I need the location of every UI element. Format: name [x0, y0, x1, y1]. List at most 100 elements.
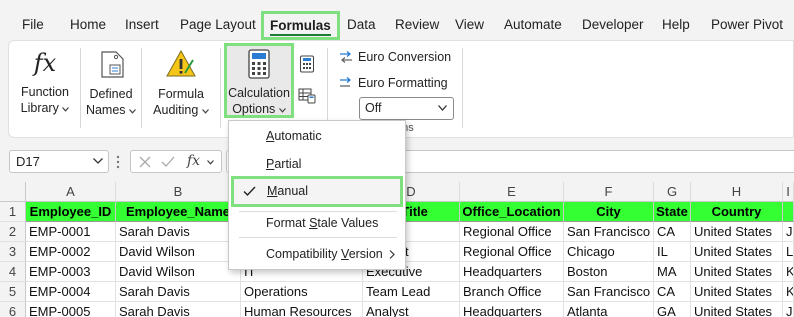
table-cell[interactable]: Sarah Davis: [116, 222, 241, 242]
row-header[interactable]: 4: [0, 262, 26, 282]
tag-icon: [101, 51, 124, 78]
table-cell[interactable]: United States: [691, 262, 783, 282]
column-header[interactable]: B: [116, 182, 241, 202]
table-cell[interactable]: CA: [654, 282, 691, 302]
table-cell[interactable]: EMP-0001: [26, 222, 116, 242]
table-cell[interactable]: Atlanta: [564, 302, 654, 317]
row-header[interactable]: 2: [0, 222, 26, 242]
chevron-down-icon[interactable]: [207, 160, 214, 165]
table-cell[interactable]: EMP-0005: [26, 302, 116, 317]
tab-power-pivot[interactable]: Power Pivot: [711, 12, 783, 38]
table-cell[interactable]: David Wilson: [116, 262, 241, 282]
insert-function-icon[interactable]: fx: [187, 153, 200, 169]
function-library-button[interactable]: fx Function Library: [14, 48, 76, 118]
header-cell[interactable]: Employee_Name: [116, 202, 241, 222]
tab-formulas[interactable]: Formulas: [261, 11, 340, 40]
table-cell[interactable]: Li: [783, 242, 794, 262]
header-cell[interactable]: City: [564, 202, 654, 222]
table-cell[interactable]: Regional Office: [460, 222, 564, 242]
name-box[interactable]: D17: [9, 150, 109, 173]
menu-separator: [239, 237, 397, 238]
table-cell[interactable]: EMP-0002: [26, 242, 116, 262]
table-cell[interactable]: Ka: [783, 282, 794, 302]
table-cell[interactable]: David Wilson: [116, 242, 241, 262]
table-cell[interactable]: CA: [654, 222, 691, 242]
tab-help[interactable]: Help: [662, 12, 690, 38]
column-header[interactable]: E: [460, 182, 564, 202]
euro-conversion-icon: [340, 51, 352, 63]
header-cell[interactable]: State: [654, 202, 691, 222]
table-cell[interactable]: IL: [654, 242, 691, 262]
row-header[interactable]: 3: [0, 242, 26, 262]
table-cell[interactable]: Boston: [564, 262, 654, 282]
table-cell[interactable]: Ja: [783, 222, 794, 242]
table-cell[interactable]: Headquarters: [460, 302, 564, 317]
table-cell[interactable]: San Francisco: [564, 222, 654, 242]
calculate-now-icon[interactable]: [299, 55, 315, 73]
column-header[interactable]: A: [26, 182, 116, 202]
tab-developer[interactable]: Developer: [582, 12, 644, 38]
table-cell[interactable]: United States: [691, 282, 783, 302]
tab-view[interactable]: View: [455, 12, 484, 38]
table-cell[interactable]: Headquarters: [460, 262, 564, 282]
header-cell[interactable]: Country: [691, 202, 783, 222]
tab-page-layout[interactable]: Page Layout: [180, 12, 256, 38]
tab-review[interactable]: Review: [395, 12, 439, 38]
table-cell[interactable]: Sarah Davis: [116, 282, 241, 302]
table-cell[interactable]: Ja: [783, 302, 794, 317]
table-cell[interactable]: Chicago: [564, 242, 654, 262]
table-cell[interactable]: Ka: [783, 262, 794, 282]
cancel-icon[interactable]: [139, 156, 151, 168]
tab-data[interactable]: Data: [347, 12, 376, 38]
calculate-sheet-icon[interactable]: [298, 88, 316, 104]
table-cell[interactable]: Operations: [241, 282, 363, 302]
menu-item-compatibility-version[interactable]: Compatibility Version: [229, 242, 405, 266]
euro-format-select[interactable]: Off: [359, 97, 454, 120]
table-cell[interactable]: Human Resources: [241, 302, 363, 317]
calculator-icon: [248, 49, 270, 79]
table-cell[interactable]: United States: [691, 302, 783, 317]
tab-file[interactable]: File: [22, 12, 44, 38]
column-header[interactable]: I: [783, 182, 794, 202]
row-header[interactable]: 1: [0, 202, 26, 222]
menu-item-partial[interactable]: Partial: [229, 152, 405, 176]
tab-insert[interactable]: Insert: [125, 12, 159, 38]
table-cell[interactable]: GA: [654, 302, 691, 317]
row-header[interactable]: 5: [0, 282, 26, 302]
formula-auditing-button[interactable]: Formula Auditing: [146, 48, 216, 118]
chevron-down-icon: [93, 158, 103, 164]
formula-bar-splitter-icon[interactable]: [116, 154, 120, 170]
ribbon-separator: [327, 48, 328, 128]
table-cell[interactable]: Branch Office: [460, 282, 564, 302]
table-cell[interactable]: United States: [691, 242, 783, 262]
table-cell[interactable]: EMP-0004: [26, 282, 116, 302]
menu-item-manual[interactable]: Manual: [231, 176, 403, 207]
defined-names-button[interactable]: Defined Names: [84, 48, 138, 118]
header-cell[interactable]: [783, 202, 794, 222]
calculation-options-label-1: Calculation: [228, 86, 290, 100]
header-cell[interactable]: Office_Location: [460, 202, 564, 222]
row-header[interactable]: 6: [0, 302, 26, 317]
tab-formulas-label: Formulas: [270, 18, 331, 33]
table-cell[interactable]: Analyst: [363, 302, 460, 317]
tab-home[interactable]: Home: [70, 12, 106, 38]
check-icon[interactable]: [161, 156, 175, 168]
table-cell[interactable]: United States: [691, 222, 783, 242]
tab-automate[interactable]: Automate: [504, 12, 562, 38]
table-cell[interactable]: MA: [654, 262, 691, 282]
header-cell[interactable]: Employee_ID: [26, 202, 116, 222]
table-cell[interactable]: Sarah Davis: [116, 302, 241, 317]
table-cell[interactable]: Team Lead: [363, 282, 460, 302]
table-cell[interactable]: Regional Office: [460, 242, 564, 262]
column-header[interactable]: H: [691, 182, 783, 202]
table-cell[interactable]: San Francisco: [564, 282, 654, 302]
table-cell[interactable]: EMP-0003: [26, 262, 116, 282]
defined-names-label-2: Names: [84, 102, 138, 118]
select-all-corner[interactable]: [0, 182, 26, 202]
fx-icon: fx: [33, 49, 57, 77]
calculation-options-button[interactable]: Calculation Options: [224, 43, 294, 118]
column-header[interactable]: G: [654, 182, 691, 202]
menu-item-automatic[interactable]: Automatic: [229, 124, 405, 148]
menu-item-format-stale-values[interactable]: Format Stale Values: [229, 211, 405, 235]
column-header[interactable]: F: [564, 182, 654, 202]
